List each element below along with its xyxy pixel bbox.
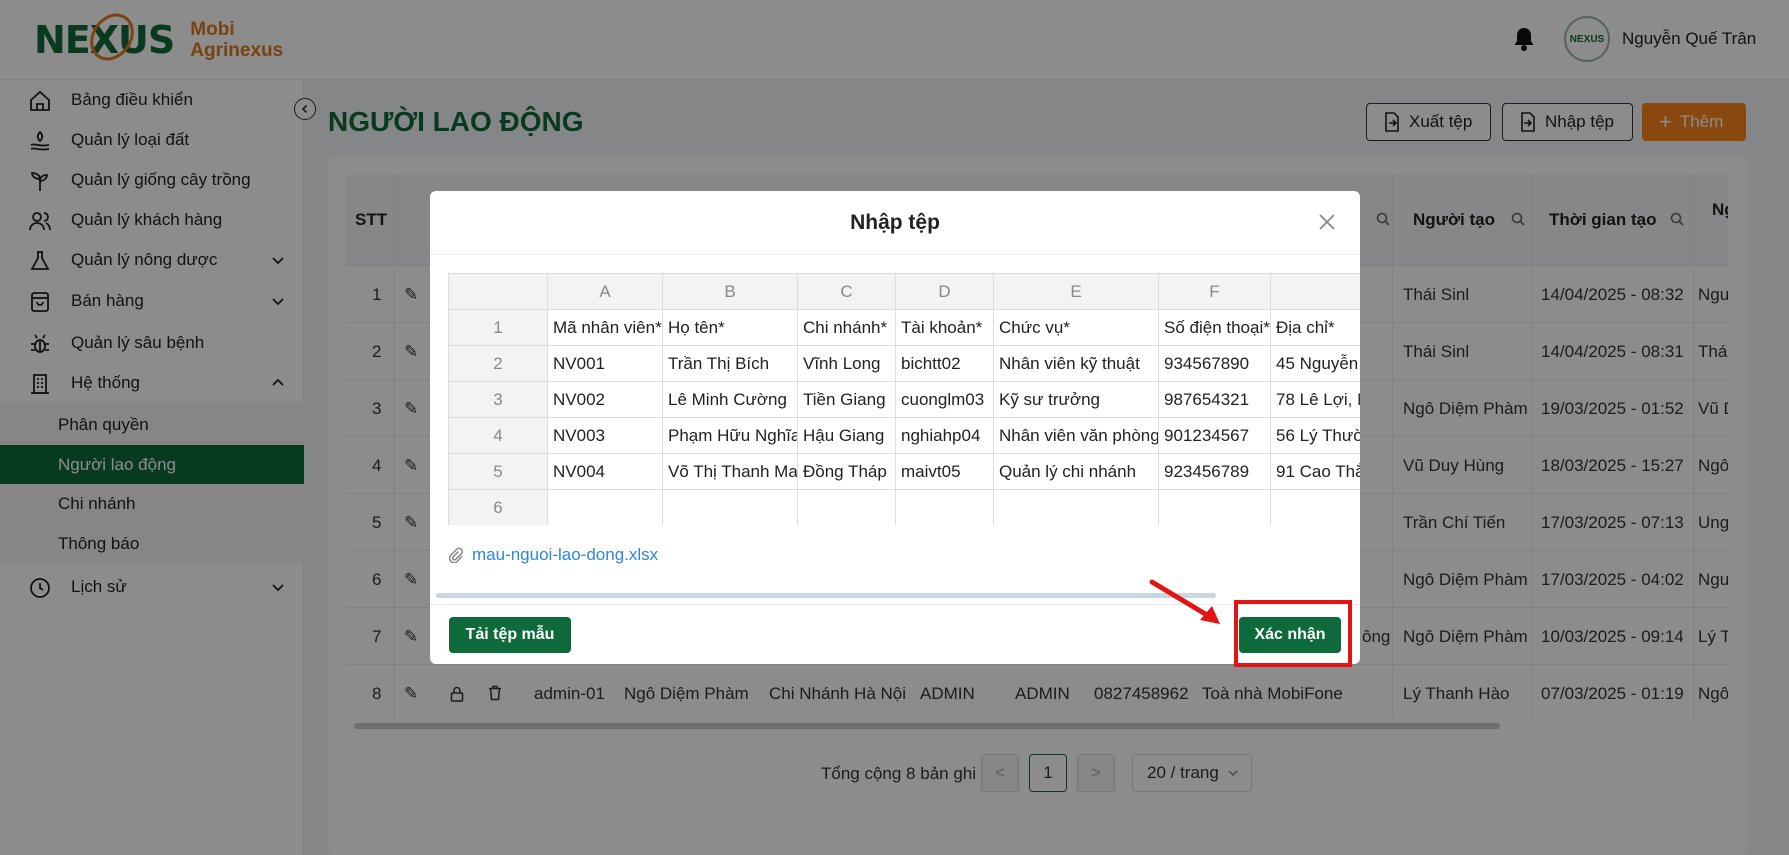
sheet-cell: cuonglm03 [896, 382, 994, 418]
attached-file: mau-nguoi-lao-dong.xlsx [448, 545, 658, 565]
sheet-cell [663, 490, 798, 525]
download-template-button[interactable]: Tải tệp mẫu [449, 617, 571, 653]
sheet-row-number: 2 [449, 346, 548, 382]
sheet-cell: 901234567 [1159, 418, 1271, 454]
sheet-corner [449, 274, 548, 310]
red-arrow-icon [1149, 579, 1220, 624]
sheet-cell: Vĩnh Long [798, 346, 896, 382]
modal-title: Nhập tệp [850, 211, 940, 234]
sheet-cell: Tiền Giang [798, 382, 896, 418]
sheet-cell: Chức vụ* [994, 310, 1159, 346]
sheet-cell: 923456789 [1159, 454, 1271, 490]
sheet-cell: NV002 [548, 382, 663, 418]
sheet-row: 3 NV002 Lê Minh Cường Tiền Giang cuonglm… [449, 382, 1360, 418]
paperclip-icon [448, 547, 463, 563]
sheet-cell [896, 490, 994, 525]
sheet-column-header: A B C D E F [449, 274, 1360, 310]
spreadsheet-preview[interactable]: A B C D E F 1 Mã nhân viên* Họ tên* Chi … [448, 273, 1360, 525]
sheet-row-number: 4 [449, 418, 548, 454]
close-icon[interactable] [1318, 213, 1336, 231]
sheet-cell: Tài khoản* [896, 310, 994, 346]
sheet-cell: Lê Minh Cường [663, 382, 798, 418]
sheet-col-header: E [994, 274, 1159, 310]
sheet-cell: Chi nhánh* [798, 310, 896, 346]
sheet-cell: 45 Nguyễn H [1271, 346, 1360, 382]
sheet-col-header: F [1159, 274, 1271, 310]
sheet-cell: nghiahp04 [896, 418, 994, 454]
sheet-cell: Quản lý chi nhánh [994, 454, 1159, 490]
sheet-cell: Họ tên* [663, 310, 798, 346]
sheet-cell: Đồng Tháp [798, 454, 896, 490]
sheet-cell [548, 490, 663, 525]
sheet-cell [798, 490, 896, 525]
sheet-cell: Số điện thoại* [1159, 310, 1271, 346]
sheet-cell: NV003 [548, 418, 663, 454]
sheet-cell: Mã nhân viên* [548, 310, 663, 346]
sheet-col-header: B [663, 274, 798, 310]
sheet-row: 4 NV003 Phạm Hữu Nghĩa Hậu Giang nghiahp… [449, 418, 1360, 454]
sheet-cell: Phạm Hữu Nghĩa [663, 418, 798, 454]
sheet-cell [1159, 490, 1271, 525]
modal-divider [430, 254, 1360, 255]
sheet-cell: 91 Cao Thắn [1271, 454, 1360, 490]
sheet-row: 6 [449, 490, 1360, 525]
sheet-col-header: D [896, 274, 994, 310]
sheet-cell: Nhân viên kỹ thuật [994, 346, 1159, 382]
sheet-cell: 987654321 [1159, 382, 1271, 418]
sheet-cell: maivt05 [896, 454, 994, 490]
sheet-col-header: C [798, 274, 896, 310]
sheet-cell: Võ Thị Thanh Mai [663, 454, 798, 490]
sheet-cell: 78 Lê Lợi, M [1271, 382, 1360, 418]
sheet-row-number: 3 [449, 382, 548, 418]
sheet-cell: Nhân viên văn phòng [994, 418, 1159, 454]
sheet-row: 2 NV001 Trần Thị Bích Vĩnh Long bichtt02… [449, 346, 1360, 382]
sheet-cell [994, 490, 1159, 525]
sheet-col-header: A [548, 274, 663, 310]
sheet-cell: Hậu Giang [798, 418, 896, 454]
sheet-row: 1 Mã nhân viên* Họ tên* Chi nhánh* Tài k… [449, 310, 1360, 346]
attached-file-link[interactable]: mau-nguoi-lao-dong.xlsx [472, 545, 658, 565]
sheet-cell: Địa chỉ* [1271, 310, 1360, 346]
sheet-cell: NV001 [548, 346, 663, 382]
sheet-cell: Trần Thị Bích [663, 346, 798, 382]
sheet-cell: NV004 [548, 454, 663, 490]
highlight-box [1234, 600, 1352, 667]
sheet-cell: 56 Lý Thườn [1271, 418, 1360, 454]
upload-progress-bar [436, 593, 1216, 598]
sheet-cell [1271, 490, 1360, 525]
sheet-cell: bichtt02 [896, 346, 994, 382]
sheet-row: 5 NV004 Võ Thị Thanh Mai Đồng Tháp maivt… [449, 454, 1360, 490]
sheet-row-number: 5 [449, 454, 548, 490]
sheet-row-number: 6 [449, 490, 548, 525]
sheet-cell: Kỹ sư trưởng [994, 382, 1159, 418]
sheet-col-header [1271, 274, 1360, 310]
sheet-cell: 934567890 [1159, 346, 1271, 382]
sheet-row-number: 1 [449, 310, 548, 346]
